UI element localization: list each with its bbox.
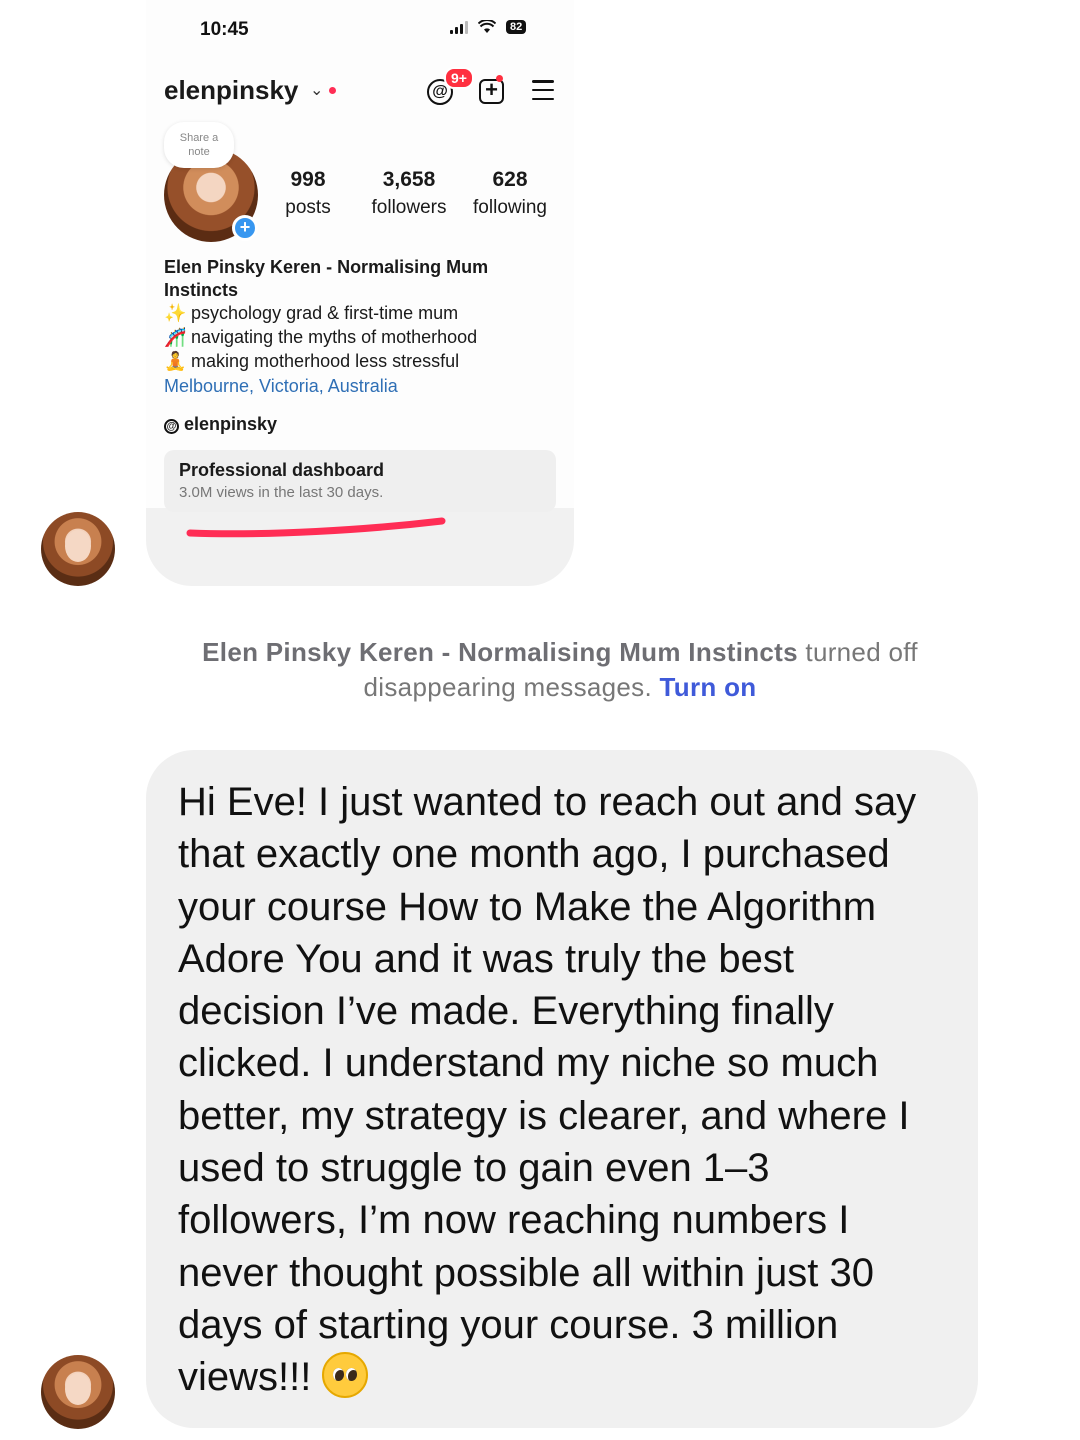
- red-underline-annotation: [186, 517, 446, 538]
- system-message-name: Elen Pinsky Keren - Normalising Mum Inst…: [202, 637, 798, 667]
- turn-on-link[interactable]: Turn on: [660, 672, 757, 702]
- system-message: Elen Pinsky Keren - Normalising Mum Inst…: [150, 635, 970, 705]
- shared-screenshot-bubble[interactable]: 10:45 82 elenpinsky ⌄ @ 9+ + Share a not…: [146, 0, 574, 586]
- sender-avatar[interactable]: [41, 1355, 115, 1429]
- message-text: Hi Eve! I just wanted to reach out and s…: [178, 780, 917, 1400]
- sender-avatar[interactable]: [41, 512, 115, 586]
- message-bubble[interactable]: Hi Eve! I just wanted to reach out and s…: [146, 750, 978, 1428]
- pleading-face-icon: [322, 1352, 369, 1399]
